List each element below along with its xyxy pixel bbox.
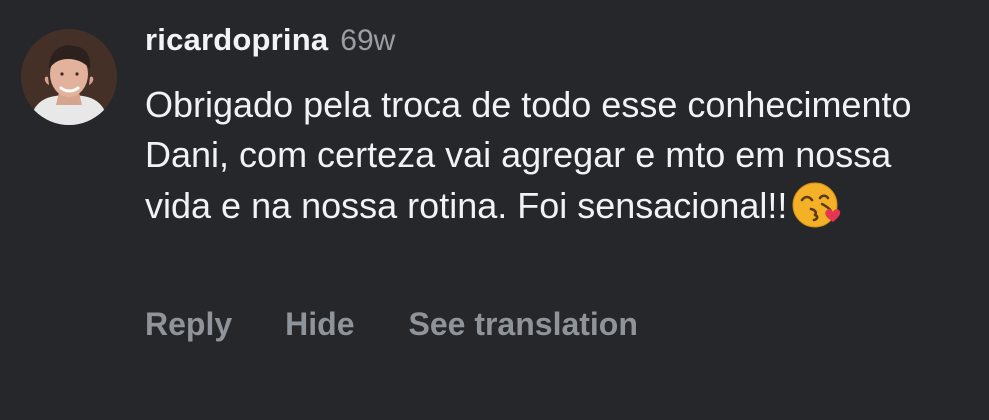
reply-button[interactable]: Reply — [145, 300, 232, 348]
hide-button[interactable]: Hide — [285, 300, 354, 348]
comment-item: ricardoprina 69w Obrigado pela troca de … — [0, 0, 989, 420]
comment-content: ricardoprina 69w Obrigado pela troca de … — [145, 22, 965, 231]
face-blowing-a-kiss-icon — [791, 180, 841, 230]
comment-header: ricardoprina 69w — [145, 22, 965, 74]
username[interactable]: ricardoprina — [145, 22, 328, 58]
timestamp: 69w — [340, 24, 396, 57]
comment-text: Obrigado pela troca de todo esse conheci… — [145, 80, 965, 231]
avatar[interactable] — [21, 29, 117, 125]
see-translation-button[interactable]: See translation — [408, 300, 637, 348]
comment-actions: Reply Hide See translation — [145, 300, 638, 348]
